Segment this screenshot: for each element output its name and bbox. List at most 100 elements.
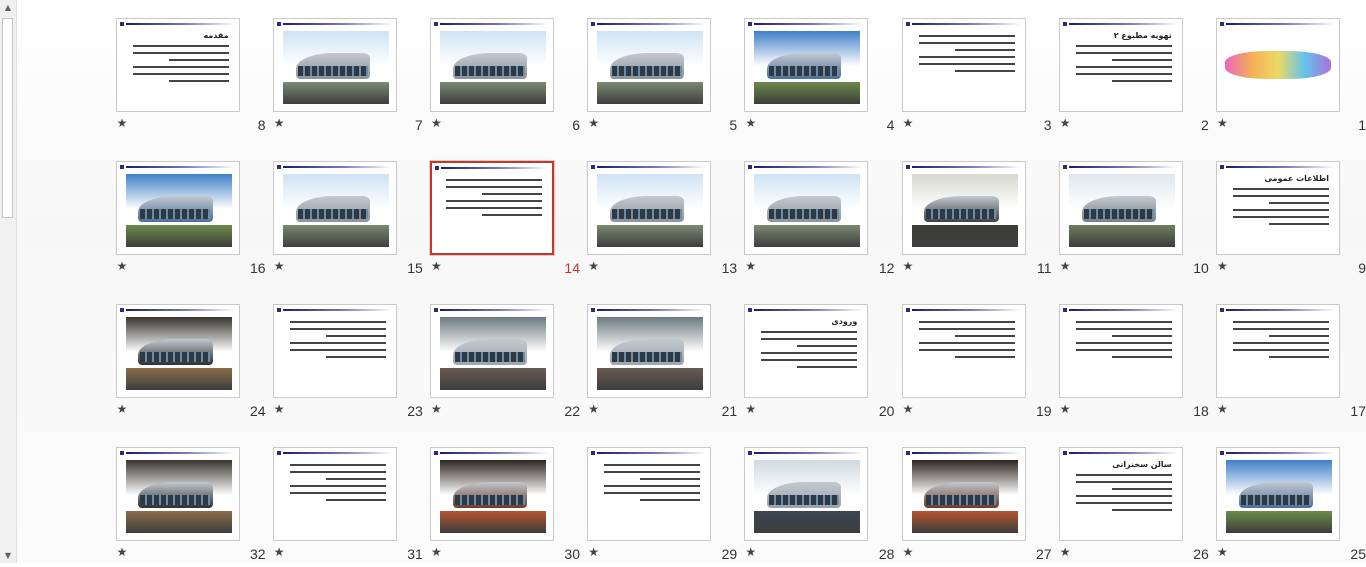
slide-preview[interactable]: تهویه مطبوع ۲ — [1058, 18, 1183, 112]
slide-thumbnail-18[interactable]: ★ 18 — [1058, 304, 1219, 424]
slide-preview[interactable] — [272, 304, 397, 398]
slide-text-line — [1233, 188, 1329, 190]
slide-preview[interactable] — [1216, 447, 1340, 541]
slide-thumbnail-25[interactable]: ★ 25 — [1216, 447, 1366, 567]
slide-thumbnail-32[interactable]: ★ 32 — [115, 447, 276, 567]
slide-number: 4 — [886, 117, 895, 133]
slide-preview[interactable]: مقدمه — [115, 18, 240, 112]
slide-text-line — [761, 352, 858, 354]
slide-thumbnail-9[interactable]: اطلاعات عمومی ★ 9 — [1216, 161, 1366, 281]
slide-thumbnail-26[interactable]: سالن سخنرانی ★ 26 — [1058, 447, 1219, 567]
slide-text-line — [168, 80, 229, 82]
slide-preview[interactable] — [1058, 304, 1183, 398]
slide-header-bar — [591, 165, 707, 170]
slide-preview[interactable] — [901, 18, 1026, 112]
slide-thumbnail-27[interactable]: ★ 27 — [901, 447, 1062, 567]
slide-thumbnail-16[interactable]: ★ 16 — [115, 161, 276, 281]
slide-thumbnail-20[interactable]: ورودی ★ 20 — [744, 304, 904, 424]
slide-text-line — [482, 193, 542, 195]
slide-thumbnail-11[interactable]: ★ 11 — [901, 161, 1062, 281]
slide-thumbnail-31[interactable]: ★ 31 — [272, 447, 433, 567]
slide-thumbnail-3[interactable]: ★ 3 — [901, 18, 1062, 138]
slide-preview[interactable] — [901, 161, 1026, 255]
star-icon[interactable]: ★ — [117, 545, 128, 559]
slide-preview[interactable] — [744, 447, 869, 541]
slide-thumbnail-7[interactable]: ★ 7 — [272, 18, 433, 138]
slide-header-bar — [591, 22, 707, 27]
slide-photo — [597, 31, 704, 104]
slide-preview[interactable] — [430, 161, 554, 255]
slide-thumbnail-21[interactable]: ★ 21 — [587, 304, 747, 424]
slide-title: اطلاعات عمومی — [1264, 174, 1329, 183]
slide-thumbnail-2[interactable]: تهویه مطبوع ۲ ★ 2 — [1058, 18, 1219, 138]
slide-preview[interactable]: ورودی — [744, 304, 869, 398]
star-icon[interactable]: ★ — [117, 402, 128, 416]
slide-thumbnail-28[interactable]: ★ 28 — [744, 447, 904, 567]
slide-preview[interactable]: اطلاعات عمومی — [1216, 161, 1340, 255]
slide-number: 12 — [878, 260, 895, 276]
slide-text-line — [1111, 488, 1172, 490]
slide-text-line — [918, 321, 1015, 323]
slide-text-line — [446, 200, 542, 202]
star-icon[interactable]: ★ — [117, 116, 128, 130]
slide-thumbnail-12[interactable]: ★ 12 — [744, 161, 904, 281]
slide-thumbnail-10[interactable]: ★ 10 — [1058, 161, 1219, 281]
slide-thumbnail-19[interactable]: ★ 19 — [901, 304, 1062, 424]
slide-thumbnail-29[interactable]: ★ 29 — [587, 447, 747, 567]
slide-preview[interactable] — [430, 304, 554, 398]
up-arrow-icon[interactable]: ▲ — [0, 0, 16, 15]
slide-thumbnail-6[interactable]: ★ 6 — [430, 18, 590, 138]
slide-preview[interactable] — [115, 447, 240, 541]
slide-preview[interactable] — [587, 447, 712, 541]
slide-thumbnail-23[interactable]: ★ 23 — [272, 304, 433, 424]
vertical-scrollbar[interactable]: ▲ ▼ — [0, 0, 17, 563]
slide-thumbnail-13[interactable]: ★ 13 — [587, 161, 747, 281]
slide-thumbnail-24[interactable]: ★ 24 — [115, 304, 276, 424]
slide-text-line — [918, 63, 1015, 65]
slide-thumbnail-8[interactable]: مقدمه ★ 8 — [115, 18, 276, 138]
slide-thumbnail-4[interactable]: ★ 4 — [744, 18, 904, 138]
slide-preview[interactable]: سالن سخنرانی — [1058, 447, 1183, 541]
slide-preview[interactable] — [272, 18, 397, 112]
slide-preview[interactable] — [272, 161, 397, 255]
slide-preview[interactable] — [744, 161, 869, 255]
slide-preview[interactable] — [1216, 304, 1340, 398]
slide-preview[interactable] — [430, 18, 554, 112]
slide-thumbnail-14[interactable]: ★ 14 — [430, 161, 590, 281]
slide-thumbnail-15[interactable]: ★ 15 — [272, 161, 433, 281]
slide-preview[interactable] — [901, 447, 1026, 541]
slide-title: ورودی — [831, 317, 858, 326]
slide-header-bar — [435, 166, 548, 171]
slide-header-bar — [276, 451, 392, 456]
slide-text-line — [640, 478, 701, 480]
slide-photo — [440, 460, 546, 533]
slide-photo — [440, 31, 546, 104]
slide-preview[interactable] — [430, 447, 554, 541]
slide-number: 18 — [1193, 403, 1209, 419]
slide-thumbnail-5[interactable]: ★ 5 — [587, 18, 747, 138]
slide-text-line — [761, 359, 858, 361]
slide-preview[interactable] — [587, 304, 712, 398]
slide-thumbnail-30[interactable]: ★ 30 — [430, 447, 590, 567]
slide-preview[interactable] — [1216, 18, 1340, 112]
slide-preview[interactable] — [744, 18, 869, 112]
down-arrow-icon[interactable]: ▼ — [0, 548, 16, 563]
slide-preview[interactable] — [901, 304, 1026, 398]
star-icon[interactable]: ★ — [117, 259, 128, 273]
slide-header-bar — [276, 22, 392, 27]
slide-header-bar — [905, 165, 1021, 170]
slide-thumbnail-17[interactable]: ★ 17 — [1216, 304, 1366, 424]
slide-number: 25 — [1350, 546, 1366, 562]
slide-preview[interactable] — [115, 161, 240, 255]
slide-preview[interactable] — [1058, 161, 1183, 255]
slide-thumbnail-1[interactable]: ★ 1 — [1216, 18, 1366, 138]
slide-number: 22 — [564, 403, 580, 419]
slide-photo — [911, 460, 1018, 533]
slide-preview[interactable] — [587, 161, 712, 255]
slide-preview[interactable] — [587, 18, 712, 112]
slide-preview[interactable] — [272, 447, 397, 541]
slide-text-line — [604, 492, 701, 494]
slide-preview[interactable] — [115, 304, 240, 398]
scrollbar-thumb[interactable] — [2, 18, 13, 218]
slide-thumbnail-22[interactable]: ★ 22 — [430, 304, 590, 424]
